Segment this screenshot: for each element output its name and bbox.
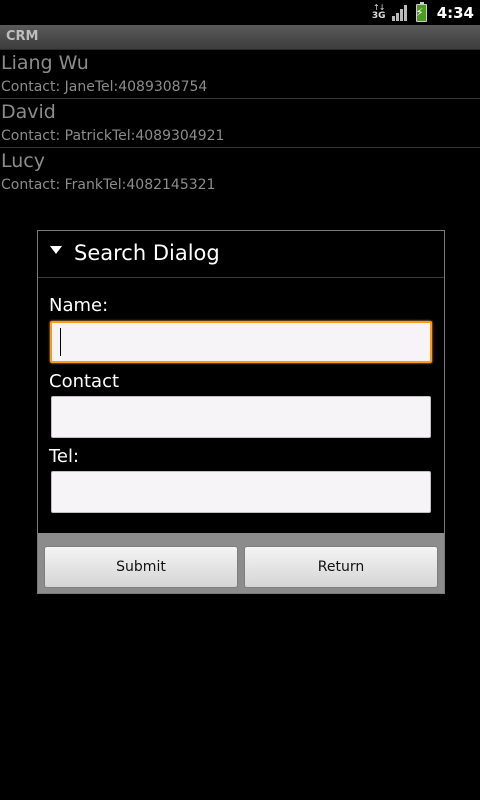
contact-name: David bbox=[1, 101, 56, 123]
contact-detail: Contact: JaneTel:4089308754 bbox=[1, 79, 208, 95]
network-type-label: 3G bbox=[371, 11, 386, 21]
contact-detail: Contact: FrankTel:4082145321 bbox=[1, 177, 216, 193]
submit-button[interactable]: Submit bbox=[44, 546, 238, 588]
network-3g-icon: ↑↓ 3G bbox=[372, 3, 386, 23]
tel-label: Tel: bbox=[49, 446, 80, 467]
name-field[interactable] bbox=[50, 321, 432, 363]
contact-name: Liang Wu bbox=[1, 52, 89, 74]
app-title: CRM bbox=[6, 29, 39, 44]
list-item[interactable]: Lucy Contact: FrankTel:4082145321 bbox=[0, 148, 480, 197]
dialog-button-bar: Submit Return bbox=[38, 533, 444, 593]
signal-strength-icon bbox=[391, 5, 410, 21]
list-item[interactable]: Liang Wu Contact: JaneTel:4089308754 bbox=[0, 50, 480, 99]
name-label: Name: bbox=[49, 295, 109, 316]
contact-label: Contact bbox=[49, 371, 120, 392]
dialog-chevron-icon bbox=[50, 246, 62, 254]
app-title-bar: CRM bbox=[0, 25, 480, 50]
contact-field[interactable] bbox=[51, 396, 431, 438]
dialog-header: Search Dialog bbox=[38, 231, 444, 278]
battery-charging-icon bbox=[415, 2, 427, 22]
tel-field[interactable] bbox=[51, 471, 431, 513]
contact-name: Lucy bbox=[1, 150, 45, 172]
contact-list: Liang Wu Contact: JaneTel:4089308754 Dav… bbox=[0, 50, 480, 197]
return-button[interactable]: Return bbox=[244, 546, 438, 588]
contact-detail: Contact: PatrickTel:4089304921 bbox=[1, 128, 225, 144]
search-dialog: Search Dialog Name: Contact Tel: Submit … bbox=[37, 230, 445, 594]
status-icons: ↑↓ 3G 4:34 bbox=[372, 2, 474, 24]
text-cursor bbox=[60, 328, 61, 356]
dialog-title: Search Dialog bbox=[74, 241, 220, 265]
screen: ↑↓ 3G 4:34 CRM Liang Wu Contact: JaneTel… bbox=[0, 0, 480, 800]
status-clock: 4:34 bbox=[436, 4, 474, 22]
status-bar: ↑↓ 3G 4:34 bbox=[0, 0, 480, 25]
list-item[interactable]: David Contact: PatrickTel:4089304921 bbox=[0, 99, 480, 148]
